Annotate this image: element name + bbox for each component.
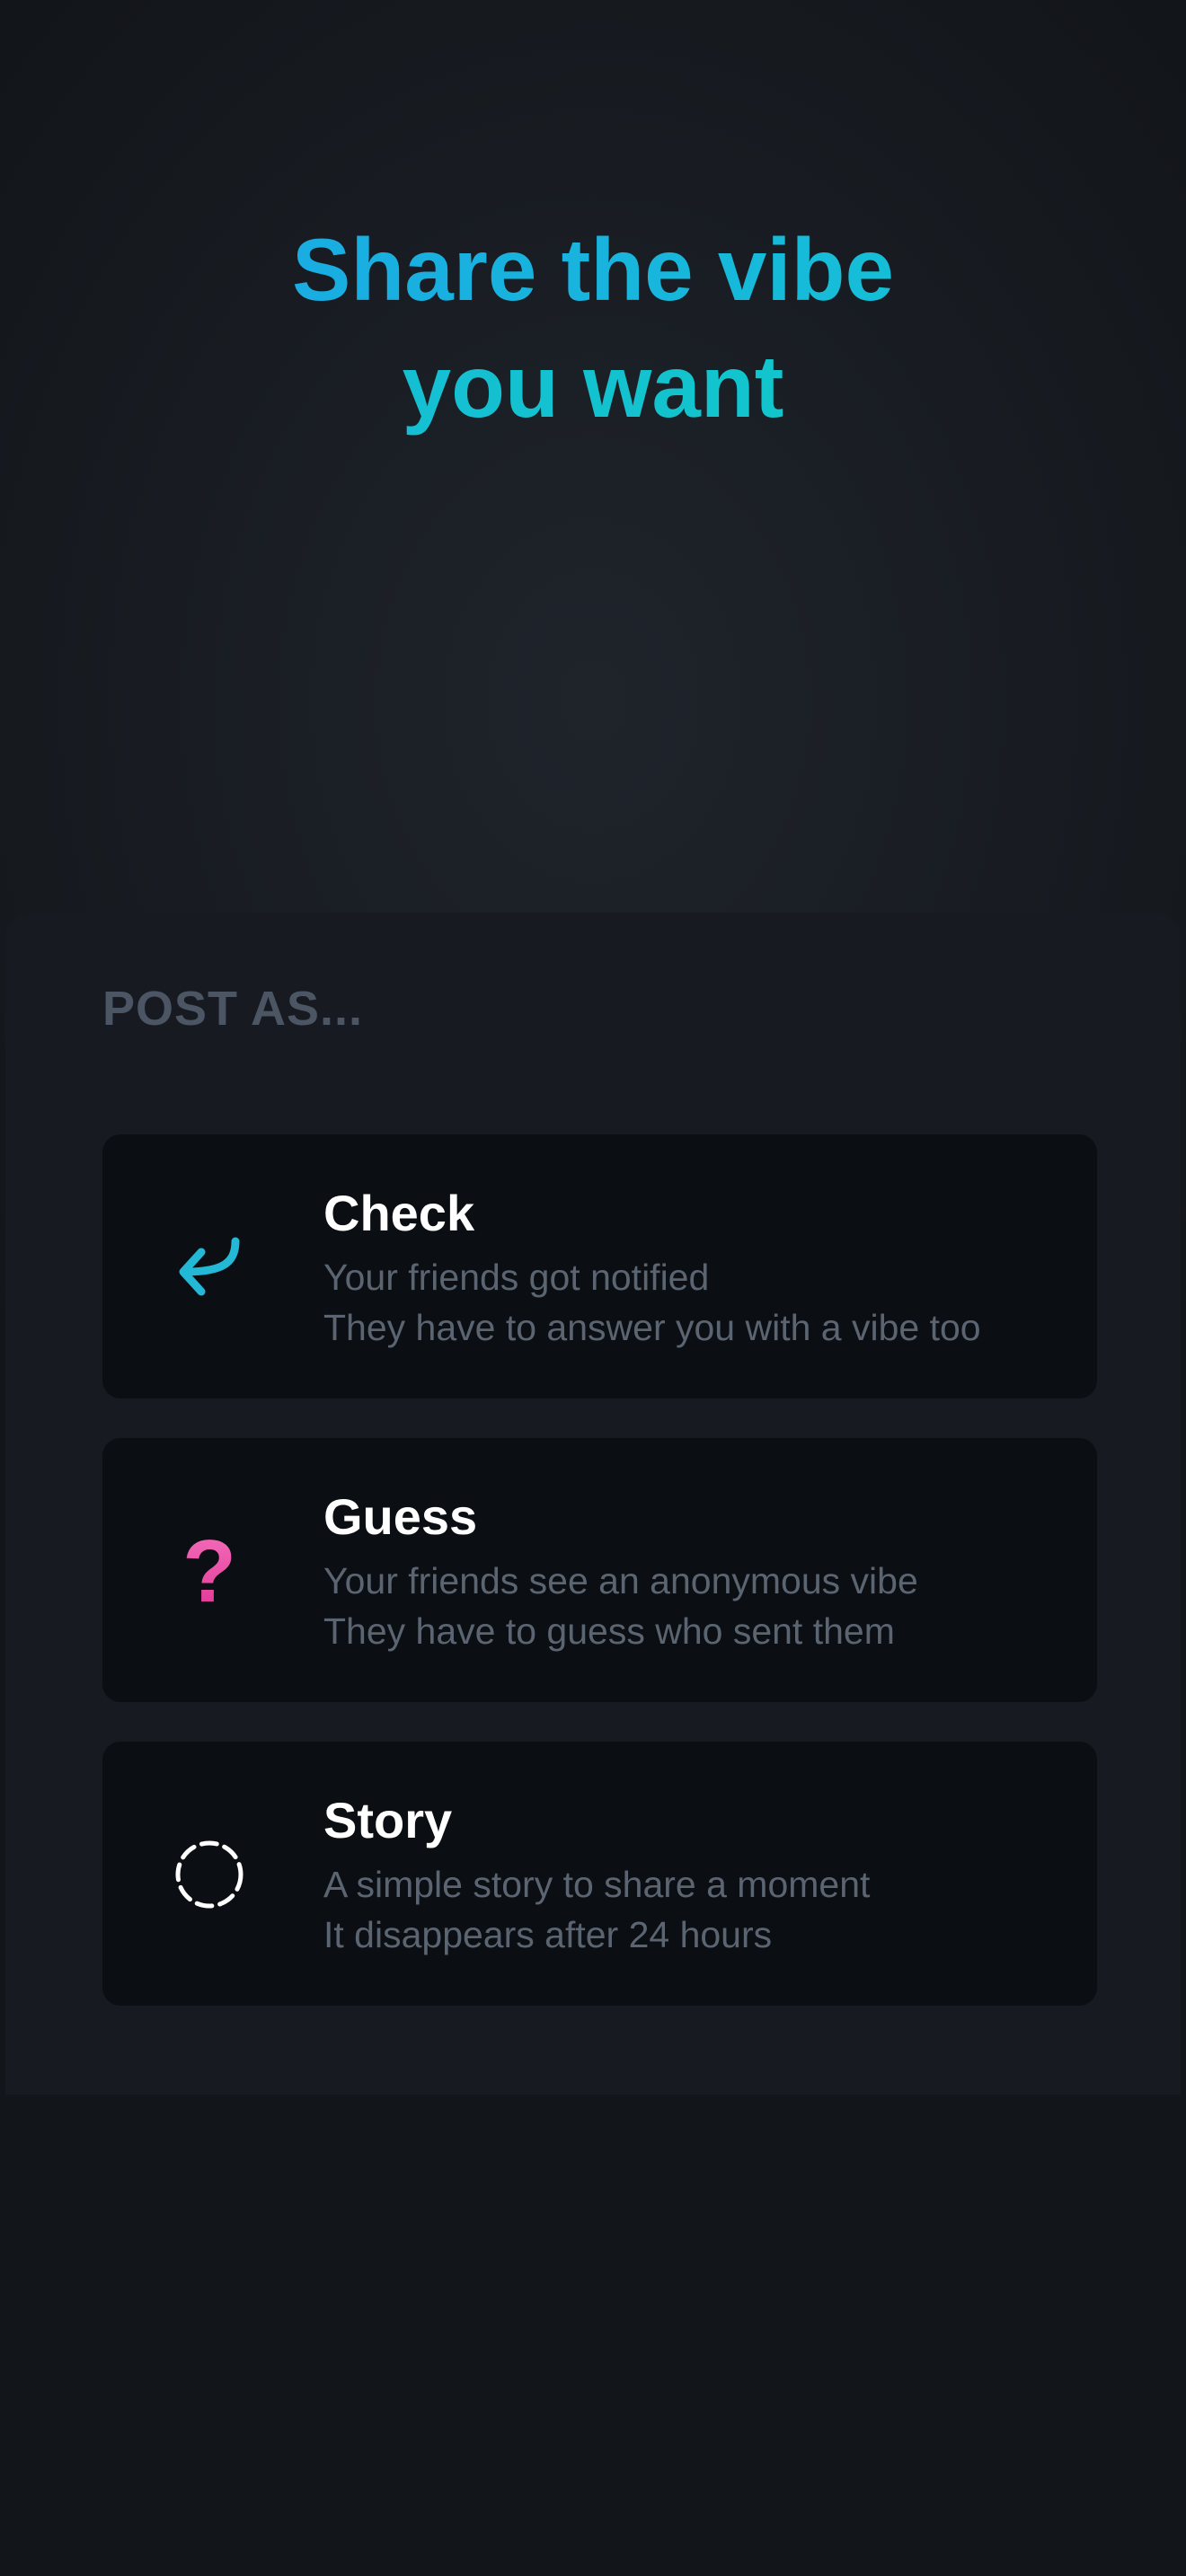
headline-line-1: Share the vibe xyxy=(0,211,1186,328)
headline-line-2: you want xyxy=(0,328,1186,445)
option-check-description-line-2: They have to answer you with a vibe too xyxy=(323,1307,981,1348)
option-guess-description: Your friends see an anonymous vibe They … xyxy=(323,1556,918,1656)
return-arrow-icon xyxy=(173,1231,246,1304)
option-check-card[interactable]: Check Your friends got notified They hav… xyxy=(102,1134,1097,1398)
option-check-description-line-1: Your friends got notified xyxy=(323,1257,710,1298)
option-guess-card[interactable]: ? Guess Your friends see an anonymous vi… xyxy=(102,1438,1097,1702)
option-story-description-line-1: A simple story to share a moment xyxy=(323,1864,871,1905)
page-headline: Share the vibe you want xyxy=(0,211,1186,445)
option-guess-title: Guess xyxy=(323,1488,478,1545)
option-check-title: Check xyxy=(323,1185,475,1241)
option-story-card[interactable]: Story A simple story to share a moment I… xyxy=(102,1742,1097,2006)
question-mark-icon: ? xyxy=(173,1527,246,1615)
post-as-label: POST AS... xyxy=(102,982,364,1036)
option-story-description-line-2: It disappears after 24 hours xyxy=(323,1914,773,1955)
option-story-description: A simple story to share a moment It disa… xyxy=(323,1859,870,1960)
option-story-title: Story xyxy=(323,1792,453,1848)
option-guess-description-line-2: They have to guess who sent them xyxy=(323,1610,895,1652)
dashed-circle-icon xyxy=(173,1838,246,1911)
option-guess-description-line-1: Your friends see an anonymous vibe xyxy=(323,1560,918,1601)
option-check-description: Your friends got notified They have to a… xyxy=(323,1252,981,1353)
